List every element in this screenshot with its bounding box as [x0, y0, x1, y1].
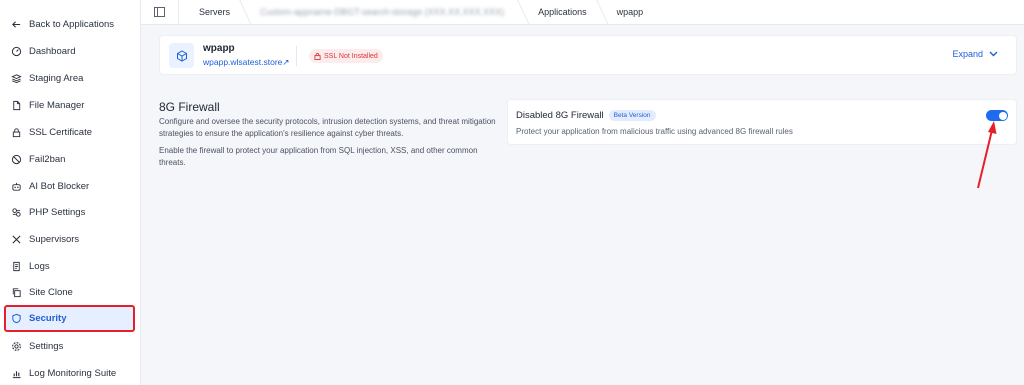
sidebar-item-label: Security [29, 313, 67, 324]
copy-icon [12, 287, 21, 297]
breadcrumb-app: wpapp [616, 7, 644, 17]
cube-icon [176, 49, 187, 62]
sidebar-item-staging-area[interactable]: Staging Area [6, 66, 133, 90]
shield-icon [12, 313, 21, 324]
sidebar-item-log-monitoring-suite[interactable]: Log Monitoring Suite [6, 361, 133, 385]
section-title: 8G Firewall [159, 100, 220, 114]
toggle-knob [998, 111, 1007, 120]
sidebar-item-label: Supervisors [29, 233, 80, 245]
dashboard-icon [11, 46, 22, 56]
sidebar-item-back-to-applications[interactable]: Back to Applications [6, 12, 133, 36]
app-url-link[interactable]: wpapp.wlsatest.store↗ [203, 57, 290, 68]
sidebar-item-logs[interactable]: Logs [6, 254, 133, 278]
firewall-card: Disabled 8G Firewall Beta Version Protec… [507, 99, 1017, 145]
sidebar-item-label: SSL Certificate [29, 126, 93, 138]
firewall-card-description: Protect your application from malicious … [516, 127, 793, 136]
sidebar-item-site-clone[interactable]: Site Clone [6, 280, 133, 304]
app-name: wpapp [203, 43, 235, 54]
ssl-warning-icon [314, 52, 321, 60]
sidebar-item-ssl-certificate[interactable]: SSL Certificate [6, 120, 133, 144]
php-icon [12, 207, 21, 217]
external-link-icon: ↗ [282, 57, 290, 67]
sidebar-item-php-settings[interactable]: PHP Settings [6, 200, 133, 224]
arrow-left-icon [12, 20, 21, 28]
annotation-arrow [977, 121, 997, 189]
sidebar-item-label: AI Bot Blocker [29, 180, 90, 192]
sidebar-item-label: Back to Applications [29, 18, 115, 30]
chart-icon [12, 370, 21, 378]
divider [296, 46, 297, 66]
breadcrumb-servers[interactable]: Servers [179, 0, 240, 25]
breadcrumb-applications[interactable]: Applications [518, 0, 597, 25]
sidebar-item-label: Dashboard [29, 45, 76, 57]
beta-badge: Beta Version [608, 110, 656, 121]
robot-icon [12, 182, 21, 191]
firewall-card-title: Disabled 8G Firewall Beta Version [516, 110, 656, 121]
section-description: Configure and oversee the security proto… [159, 117, 496, 138]
file-icon [13, 100, 21, 110]
sidebar-item-label: File Manager [29, 99, 85, 111]
sidebar-item-label: Staging Area [29, 72, 84, 84]
ban-icon [11, 154, 22, 164]
ssl-status-badge: SSL Not Installed [309, 49, 383, 63]
sidebar-item-label: PHP Settings [29, 206, 86, 218]
breadcrumb-server-ip: (XXX.XX.XXX.XXX) [424, 7, 505, 17]
sidebar-item-file-manager[interactable]: File Manager [6, 93, 133, 117]
sidebar-item-security[interactable]: Security [4, 305, 135, 332]
panel-icon [154, 7, 165, 17]
sidebar-item-label: Fail2ban [29, 153, 66, 165]
layers-icon [11, 73, 22, 83]
sidebar-item-label: Settings [29, 340, 64, 352]
sidebar-item-fail2ban[interactable]: Fail2ban [6, 147, 133, 171]
log-icon [13, 261, 20, 271]
breadcrumb-server-name: Custom-appname-DBGT-search-storage [260, 7, 423, 17]
sidebar-item-ai-bot-blocker[interactable]: AI Bot Blocker [6, 174, 133, 198]
breadcrumb-server[interactable]: Custom-appname-DBGT-search-storage (XXX.… [240, 0, 518, 25]
chevron-down-icon [989, 51, 998, 57]
app-header-card: wpapp wpapp.wlsatest.store↗ SSL Not Inst… [159, 35, 1017, 75]
tools-icon [12, 234, 21, 244]
app-logo [169, 43, 194, 68]
lock-icon [12, 127, 21, 137]
expand-button[interactable]: Expand [952, 49, 998, 59]
section-description-secondary: Enable the firewall to protect your appl… [159, 146, 478, 167]
gear-icon [12, 341, 21, 351]
sidebar-item-settings[interactable]: Settings [6, 334, 133, 358]
sidebar-item-supervisors[interactable]: Supervisors [6, 227, 133, 251]
breadcrumb: Servers Custom-appname-DBGT-search-stora… [141, 0, 1024, 25]
sidebar-item-label: Site Clone [29, 286, 73, 298]
sidebar-item-label: Logs [29, 260, 50, 272]
sidebar-item-dashboard[interactable]: Dashboard [6, 39, 133, 63]
sidebar-item-label: Log Monitoring Suite [29, 367, 117, 379]
sidebar: Back to Applications Dashboard Staging A… [0, 0, 141, 385]
sidebar-toggle-button[interactable] [141, 0, 179, 25]
